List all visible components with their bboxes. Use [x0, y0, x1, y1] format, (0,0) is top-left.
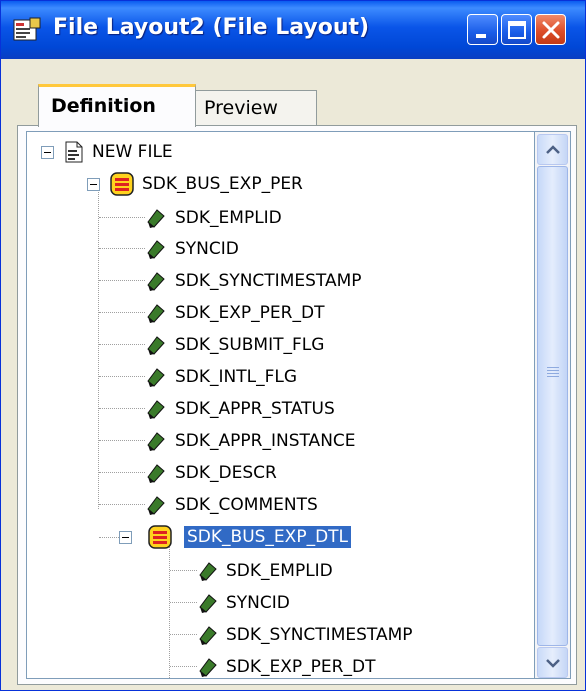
window-title: File Layout2 (File Layout) — [53, 15, 370, 40]
file-layout-icon — [13, 17, 41, 41]
tree-node-label: SDK_DESCR — [175, 463, 277, 483]
tree-node-field[interactable]: SDK_EXP_PER_DT — [27, 653, 507, 678]
tree-node-label: SDK_SUBMIT_FLG — [175, 335, 325, 355]
tree-node-field[interactable]: SDK_SYNCTIMESTAMP — [27, 621, 507, 649]
tree-node-field[interactable]: SDK_SYNCTIMESTAMP — [27, 267, 487, 295]
record-icon — [110, 172, 134, 196]
tree-connector — [170, 666, 197, 667]
tree-node-field[interactable]: SDK_EMPLID — [27, 204, 487, 232]
field-icon — [199, 562, 217, 581]
tree-node-field[interactable]: SDK_EMPLID — [27, 557, 507, 585]
tab-preview[interactable]: Preview — [195, 90, 317, 127]
field-icon — [147, 496, 165, 515]
tree-node-label: SYNCID — [226, 593, 290, 613]
tree-node-record[interactable]: SDK_BUS_EXP_DTL — [27, 523, 487, 551]
tree-node-label: SDK_APPR_INSTANCE — [175, 431, 356, 451]
tree-connector — [99, 537, 119, 538]
title-bar[interactable]: File Layout2 (File Layout) — [1, 1, 585, 59]
tree-connector — [170, 570, 197, 571]
vertical-scrollbar[interactable] — [535, 131, 571, 679]
field-icon — [147, 464, 165, 483]
tree-node-field[interactable]: SYNCID — [27, 235, 487, 263]
tree-node-field[interactable]: SDK_INTL_FLG — [27, 363, 487, 391]
tree-node-label: SDK_COMMENTS — [175, 495, 318, 515]
tree-node-field[interactable]: SDK_APPR_INSTANCE — [27, 427, 487, 455]
tree-node-root[interactable]: NEW FILE — [27, 138, 427, 166]
close-button[interactable] — [535, 14, 566, 45]
scroll-grip — [547, 370, 559, 371]
field-icon — [147, 400, 165, 419]
tree-connector — [99, 344, 145, 345]
tree-connector — [99, 376, 145, 377]
tree-node-label: SDK_EXP_PER_DT — [226, 657, 376, 677]
tree-connector — [170, 602, 197, 603]
tree-node-label: SDK_EMPLID — [226, 561, 333, 581]
field-icon — [199, 626, 217, 645]
field-icon — [147, 272, 165, 291]
record-icon — [148, 525, 172, 549]
maximize-button[interactable] — [501, 14, 532, 45]
file-layout-window: File Layout2 (File Layout) Preview Defin… — [0, 0, 586, 691]
scroll-thumb[interactable] — [537, 166, 568, 646]
tree-node-field[interactable]: SDK_COMMENTS — [27, 491, 487, 519]
tree-node-label: SDK_BUS_EXP_DTL — [184, 526, 352, 548]
tree-connector — [99, 472, 145, 473]
field-icon — [147, 209, 165, 228]
collapse-toggle[interactable] — [41, 146, 54, 159]
tree-connector — [99, 217, 145, 218]
file-layout-tree[interactable]: NEW FILE SDK_BUS_EXP_PER SDK_EMPLID SYNC… — [26, 131, 535, 679]
chevron-down-icon — [546, 659, 560, 668]
tree-node-field[interactable]: SDK_EXP_PER_DT — [27, 299, 487, 327]
tree-connector — [99, 408, 145, 409]
tree-node-label: SDK_BUS_EXP_PER — [142, 174, 303, 194]
tree-connector — [99, 280, 145, 281]
scroll-up-button[interactable] — [537, 134, 568, 165]
tree-node-label: SDK_SYNCTIMESTAMP — [226, 625, 413, 645]
tree-connector — [99, 312, 145, 313]
tree-node-label: SDK_INTL_FLG — [175, 367, 298, 387]
field-icon — [147, 304, 165, 323]
field-icon — [199, 658, 217, 677]
tab-definition[interactable]: Definition — [38, 84, 196, 127]
scroll-grip — [547, 376, 559, 377]
tree-node-field[interactable]: SDK_SUBMIT_FLG — [27, 331, 487, 359]
tab-definition-label: Definition — [51, 95, 156, 117]
close-icon — [542, 21, 560, 39]
scroll-down-button[interactable] — [537, 647, 568, 678]
tree-node-label: NEW FILE — [92, 142, 173, 162]
maximize-icon — [508, 21, 526, 39]
minimize-icon — [476, 34, 486, 38]
tree-node-label: SDK_EXP_PER_DT — [175, 303, 325, 323]
chevron-up-icon — [546, 145, 560, 154]
field-icon — [147, 336, 165, 355]
tree-connector — [99, 440, 145, 441]
field-icon — [147, 368, 165, 387]
collapse-toggle[interactable] — [119, 531, 132, 544]
tree-node-label: SYNCID — [175, 239, 239, 259]
tree-connector — [99, 248, 145, 249]
tree-node-field[interactable]: SYNCID — [27, 589, 507, 617]
minimize-button[interactable] — [467, 14, 498, 45]
tree-node-field[interactable]: SDK_APPR_STATUS — [27, 395, 487, 423]
tree-connector — [99, 504, 145, 505]
tree-node-label: SDK_EMPLID — [175, 208, 282, 228]
field-icon — [147, 432, 165, 451]
tree-node-label: SDK_SYNCTIMESTAMP — [175, 271, 362, 291]
tree-node-label: SDK_APPR_STATUS — [175, 399, 335, 419]
collapse-toggle[interactable] — [87, 178, 100, 191]
field-icon — [199, 594, 217, 613]
scroll-grip — [547, 373, 559, 374]
scroll-grip — [547, 367, 559, 368]
tree-node-record[interactable]: SDK_BUS_EXP_PER — [27, 170, 487, 198]
tree-connector — [170, 634, 197, 635]
file-icon — [65, 141, 83, 163]
field-icon — [147, 240, 165, 259]
tree-node-field[interactable]: SDK_DESCR — [27, 459, 487, 487]
tab-preview-label: Preview — [204, 97, 278, 119]
